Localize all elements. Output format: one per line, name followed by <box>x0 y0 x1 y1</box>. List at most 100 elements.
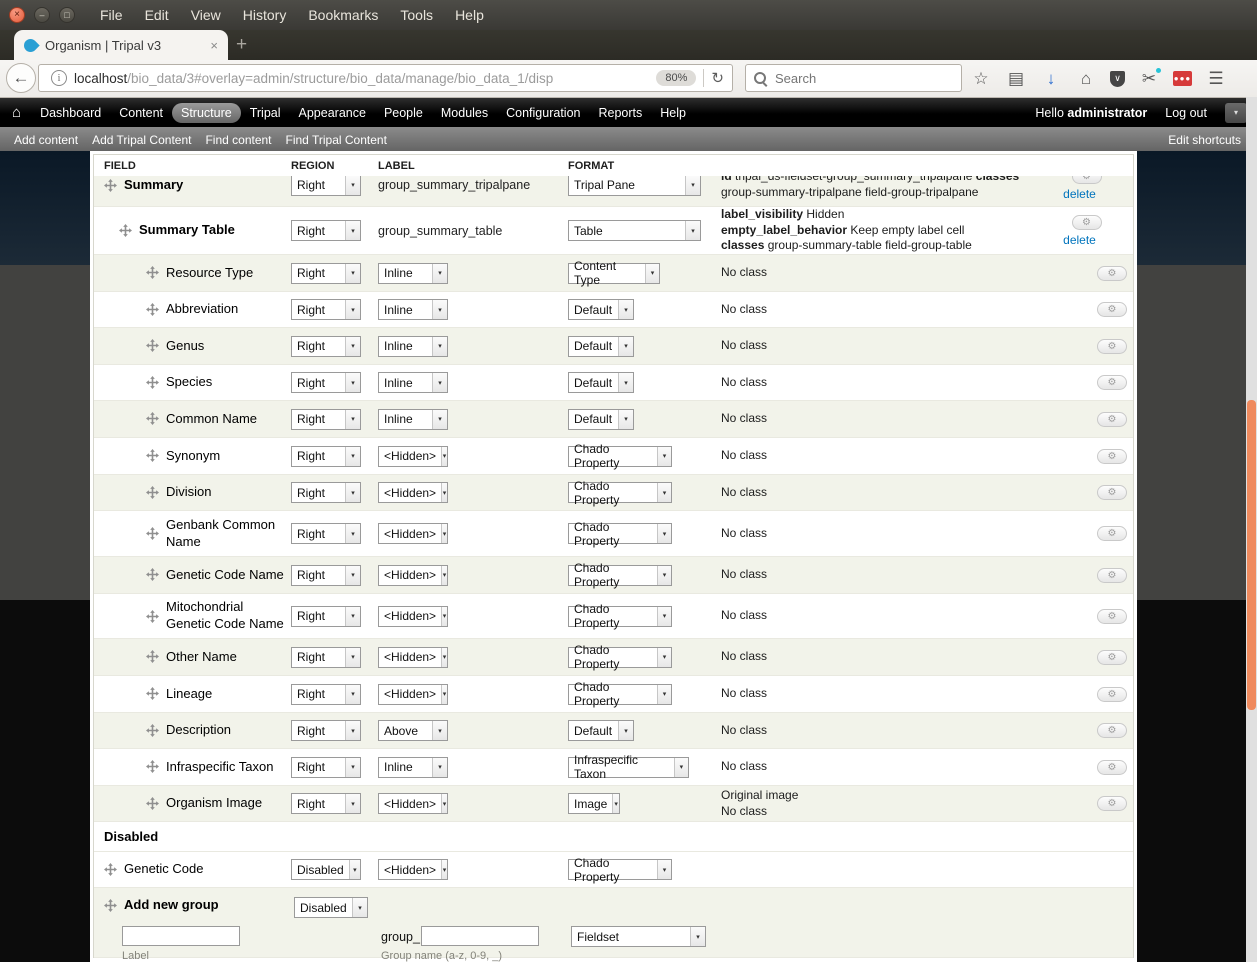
settings-gear-button[interactable]: ⚙ <box>1097 302 1127 317</box>
shortcut-find-tripal-content[interactable]: Find Tripal Content <box>286 133 387 147</box>
label-select[interactable]: Above▾ <box>378 720 448 741</box>
toolbar-content[interactable]: Content <box>110 103 172 123</box>
format-select[interactable]: Chado Property▾ <box>568 606 672 627</box>
delete-link[interactable]: delete <box>1063 233 1096 247</box>
shortcut-add-tripal-content[interactable]: Add Tripal Content <box>92 133 191 147</box>
toolbar-structure[interactable]: Structure <box>172 103 241 123</box>
edit-shortcuts-link[interactable]: Edit shortcuts <box>1168 133 1241 147</box>
label-select[interactable]: Inline▾ <box>378 336 448 357</box>
drag-handle-icon[interactable] <box>104 179 117 192</box>
tab-close-icon[interactable]: × <box>208 38 220 53</box>
pocket-shield-icon[interactable]: ∨ <box>1110 71 1125 87</box>
page-scrollbar[interactable] <box>1246 97 1257 962</box>
drag-handle-icon[interactable] <box>104 863 117 876</box>
drag-handle-icon[interactable] <box>146 650 159 663</box>
toolbar-help[interactable]: Help <box>651 103 695 123</box>
menu-help[interactable]: Help <box>444 7 495 23</box>
toolbar-modules[interactable]: Modules <box>432 103 497 123</box>
shortcut-add-content[interactable]: Add content <box>14 133 78 147</box>
zoom-level-badge[interactable]: 80% <box>656 70 696 86</box>
region-select[interactable]: Right▾ <box>291 176 361 196</box>
settings-gear-button[interactable]: ⚙ <box>1072 215 1102 230</box>
window-maximize-button[interactable]: □ <box>59 7 75 23</box>
delete-link[interactable]: delete <box>1063 187 1096 201</box>
menu-view[interactable]: View <box>180 7 232 23</box>
toolbar-tripal[interactable]: Tripal <box>241 103 290 123</box>
drag-handle-icon[interactable] <box>146 376 159 389</box>
region-select[interactable]: Right▾ <box>291 565 361 586</box>
scrollbar-thumb[interactable] <box>1247 400 1256 710</box>
drag-handle-icon[interactable] <box>146 687 159 700</box>
format-select[interactable]: Default▾ <box>568 409 634 430</box>
logout-link[interactable]: Log out <box>1165 106 1207 120</box>
settings-gear-button[interactable]: ⚙ <box>1097 796 1127 811</box>
format-select[interactable]: Chado Property▾ <box>568 523 672 544</box>
screenshot-extension-icon[interactable]: ✂ <box>1138 69 1160 89</box>
toolbar-people[interactable]: People <box>375 103 432 123</box>
drag-handle-icon[interactable] <box>146 527 159 540</box>
toolbar-dashboard[interactable]: Dashboard <box>31 103 110 123</box>
region-select[interactable]: Right▾ <box>291 523 361 544</box>
toolbar-appearance[interactable]: Appearance <box>290 103 375 123</box>
group-name-input[interactable] <box>421 926 539 946</box>
region-select[interactable]: Right▾ <box>291 757 361 778</box>
settings-gear-button[interactable]: ⚙ <box>1097 485 1127 500</box>
format-select[interactable]: Infraspecific Taxon▾ <box>568 757 689 778</box>
home-icon[interactable]: ⌂ <box>1075 69 1097 89</box>
region-select[interactable]: Disabled▾ <box>294 897 368 918</box>
settings-gear-button[interactable]: ⚙ <box>1097 760 1127 775</box>
settings-gear-button[interactable]: ⚙ <box>1097 723 1127 738</box>
region-select[interactable]: Right▾ <box>291 482 361 503</box>
region-select[interactable]: Right▾ <box>291 720 361 741</box>
hamburger-menu-icon[interactable]: ☰ <box>1205 69 1227 89</box>
drag-handle-icon[interactable] <box>146 486 159 499</box>
region-select[interactable]: Right▾ <box>291 793 361 814</box>
settings-gear-button[interactable]: ⚙ <box>1097 449 1127 464</box>
label-select[interactable]: <Hidden>▾ <box>378 859 448 880</box>
toolbar-reports[interactable]: Reports <box>589 103 651 123</box>
region-select[interactable]: Right▾ <box>291 647 361 668</box>
window-close-button[interactable]: × <box>9 7 25 23</box>
label-select[interactable]: <Hidden>▾ <box>378 793 448 814</box>
search-input[interactable] <box>773 70 953 87</box>
back-button[interactable]: ← <box>6 63 36 93</box>
label-select[interactable]: <Hidden>▾ <box>378 446 448 467</box>
settings-gear-button[interactable]: ⚙ <box>1097 568 1127 583</box>
label-select[interactable]: <Hidden>▾ <box>378 606 448 627</box>
format-select[interactable]: Chado Property▾ <box>568 482 672 503</box>
drag-handle-icon[interactable] <box>146 449 159 462</box>
drag-handle-icon[interactable] <box>146 797 159 810</box>
menu-file[interactable]: File <box>89 7 134 23</box>
label-select[interactable]: <Hidden>▾ <box>378 565 448 586</box>
format-select[interactable]: Table▾ <box>568 220 701 241</box>
menu-tools[interactable]: Tools <box>389 7 444 23</box>
new-tab-button[interactable]: + <box>236 34 247 56</box>
region-select[interactable]: Right▾ <box>291 409 361 430</box>
format-select[interactable]: Chado Property▾ <box>568 565 672 586</box>
search-box[interactable] <box>745 64 962 92</box>
format-select[interactable]: Default▾ <box>568 720 634 741</box>
format-select[interactable]: Chado Property▾ <box>568 684 672 705</box>
drag-handle-icon[interactable] <box>146 266 159 279</box>
site-info-icon[interactable]: i <box>51 70 67 86</box>
region-select[interactable]: Right▾ <box>291 684 361 705</box>
label-select[interactable]: Inline▾ <box>378 372 448 393</box>
label-select[interactable]: Inline▾ <box>378 409 448 430</box>
format-select[interactable]: Default▾ <box>568 336 634 357</box>
group-label-input[interactable] <box>122 926 240 946</box>
menu-history[interactable]: History <box>232 7 298 23</box>
bookmark-star-icon[interactable]: ☆ <box>970 69 992 89</box>
region-select[interactable]: Right▾ <box>291 606 361 627</box>
menu-bookmarks[interactable]: Bookmarks <box>297 7 389 23</box>
format-select[interactable]: Default▾ <box>568 372 634 393</box>
label-select[interactable]: <Hidden>▾ <box>378 684 448 705</box>
settings-gear-button[interactable]: ⚙ <box>1097 687 1127 702</box>
drag-handle-icon[interactable] <box>146 303 159 316</box>
format-select[interactable]: Tripal Pane▾ <box>568 176 701 196</box>
region-select[interactable]: Right▾ <box>291 336 361 357</box>
region-select[interactable]: Right▾ <box>291 446 361 467</box>
label-select[interactable]: Inline▾ <box>378 263 448 284</box>
region-select[interactable]: Right▾ <box>291 299 361 320</box>
drag-handle-icon[interactable] <box>146 339 159 352</box>
toolbar-configuration[interactable]: Configuration <box>497 103 589 123</box>
